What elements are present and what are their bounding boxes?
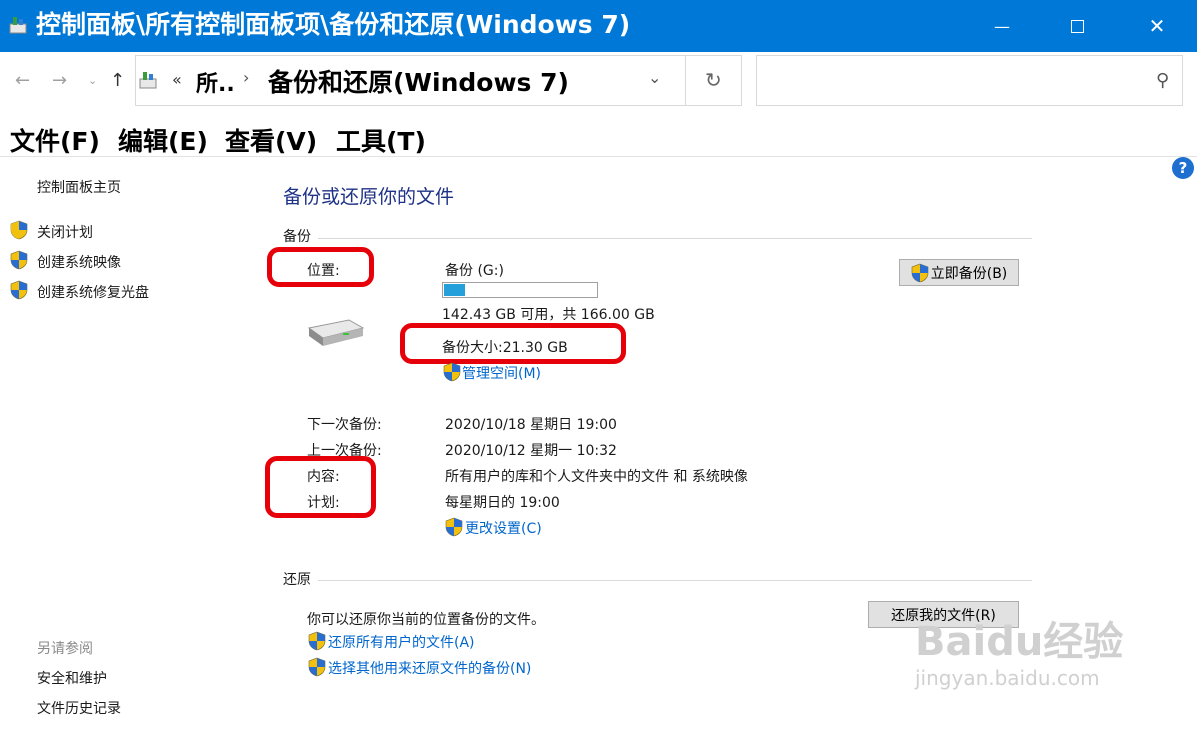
last-backup-value: 2020/10/12 星期一 10:32 — [445, 443, 617, 459]
restore-section-title: 还原 — [283, 572, 311, 588]
sidebar-home-link[interactable]: 控制面板主页 — [37, 177, 121, 197]
drive-icon — [307, 319, 365, 346]
watermark: Baidu经验 jingyan.baidu.com — [915, 618, 1123, 690]
breadcrumb-current[interactable]: 备份和还原(Windows 7) — [268, 63, 569, 99]
page-title: 备份或还原你的文件 — [283, 186, 455, 208]
uac-shield-icon — [308, 631, 326, 651]
menu-view[interactable]: 查看(V) — [225, 122, 317, 158]
menu-edit[interactable]: 编辑(E) — [118, 122, 208, 158]
forward-button[interactable]: → — [52, 70, 67, 91]
next-backup-label: 下一次备份: — [307, 417, 382, 433]
up-icon: ↑ — [110, 70, 126, 91]
breadcrumb-item[interactable]: 所.. — [196, 66, 235, 98]
dropdown-icon: ⌄ — [648, 68, 662, 87]
restore-all-users-link[interactable]: 还原所有用户的文件(A) — [328, 632, 475, 652]
refresh-icon: ↻ — [705, 68, 722, 92]
watermark-brand: Baidu经验 — [915, 619, 1124, 665]
change-settings-link[interactable]: 更改设置(C) — [465, 518, 542, 538]
backup-now-button[interactable]: 立即备份(B) — [899, 259, 1019, 286]
next-backup-value: 2020/10/18 星期日 19:00 — [445, 417, 617, 433]
contents-label: 内容: — [307, 469, 340, 485]
uac-shield-icon — [10, 280, 28, 300]
see-also-title: 另请参阅 — [37, 641, 93, 657]
breadcrumb-separator[interactable]: › — [243, 68, 249, 87]
watermark-url: jingyan.baidu.com — [915, 666, 1100, 690]
section-divider — [318, 238, 1032, 239]
maximize-button[interactable] — [1055, 0, 1099, 52]
contents-value: 所有用户的库和个人文件夹中的文件 和 系统映像 — [445, 469, 748, 485]
sidebar-task-turn-off-schedule[interactable]: 关闭计划 — [37, 222, 93, 242]
schedule-value: 每星期日的 19:00 — [445, 495, 560, 511]
restore-description: 你可以还原你当前的位置备份的文件。 — [307, 612, 545, 628]
menu-tools[interactable]: 工具(T) — [336, 122, 426, 158]
close-button[interactable]: ✕ — [1135, 0, 1179, 52]
control-panel-icon — [139, 72, 157, 89]
location-label: 位置: — [307, 263, 340, 279]
back-button[interactable]: ← — [15, 70, 30, 91]
manage-space-link[interactable]: 管理空间(M) — [462, 363, 541, 383]
minimize-button[interactable]: — — [980, 0, 1024, 52]
address-dropdown-button[interactable]: ⌄ — [648, 68, 661, 87]
section-divider — [318, 580, 1032, 581]
maximize-icon — [1070, 19, 1084, 33]
menu-file[interactable]: 文件(F) — [10, 122, 100, 158]
breadcrumb-overflow[interactable]: « — [172, 70, 182, 89]
disk-space-text: 142.43 GB 可用，共 166.00 GB — [442, 307, 655, 323]
uac-shield-icon — [443, 362, 461, 382]
disk-usage-fill — [444, 284, 465, 296]
disk-usage-bar — [442, 282, 598, 298]
refresh-button[interactable]: ↻ — [705, 68, 722, 92]
minimize-icon: — — [994, 16, 1010, 36]
window-title: 控制面板\所有控制面板项\备份和还原(Windows 7) — [36, 10, 631, 39]
uac-shield-icon — [911, 263, 929, 282]
uac-shield-icon — [445, 517, 463, 537]
backup-section-title: 备份 — [283, 229, 311, 245]
forward-icon: → — [52, 70, 68, 91]
uac-shield-icon — [10, 250, 28, 270]
select-other-backup-link[interactable]: 选择其他用来还原文件的备份(N) — [328, 658, 531, 678]
see-also-file-history[interactable]: 文件历史记录 — [37, 698, 121, 718]
sidebar-task-create-system-image[interactable]: 创建系统映像 — [37, 252, 121, 272]
sidebar-task-create-repair-disc[interactable]: 创建系统修复光盘 — [37, 282, 149, 302]
help-icon[interactable]: ? — [1172, 157, 1194, 179]
search-input[interactable] — [756, 55, 1183, 106]
search-icon[interactable]: ⚲ — [1156, 70, 1169, 91]
see-also-security-maintenance[interactable]: 安全和维护 — [37, 668, 107, 688]
uac-shield-icon — [308, 657, 326, 677]
uac-shield-icon — [10, 220, 28, 240]
backup-size: 备份大小:21.30 GB — [442, 340, 568, 356]
control-panel-icon — [9, 17, 27, 34]
backup-now-label: 立即备份(B) — [930, 265, 1008, 282]
location-value: 备份 (G:) — [445, 263, 504, 279]
recent-icon: ⌄ — [88, 74, 98, 87]
recent-locations-button[interactable]: ⌄ — [88, 74, 97, 87]
schedule-label: 计划: — [307, 495, 340, 511]
up-button[interactable]: ↑ — [110, 70, 125, 91]
close-icon: ✕ — [1148, 14, 1166, 38]
back-icon: ← — [15, 70, 31, 91]
